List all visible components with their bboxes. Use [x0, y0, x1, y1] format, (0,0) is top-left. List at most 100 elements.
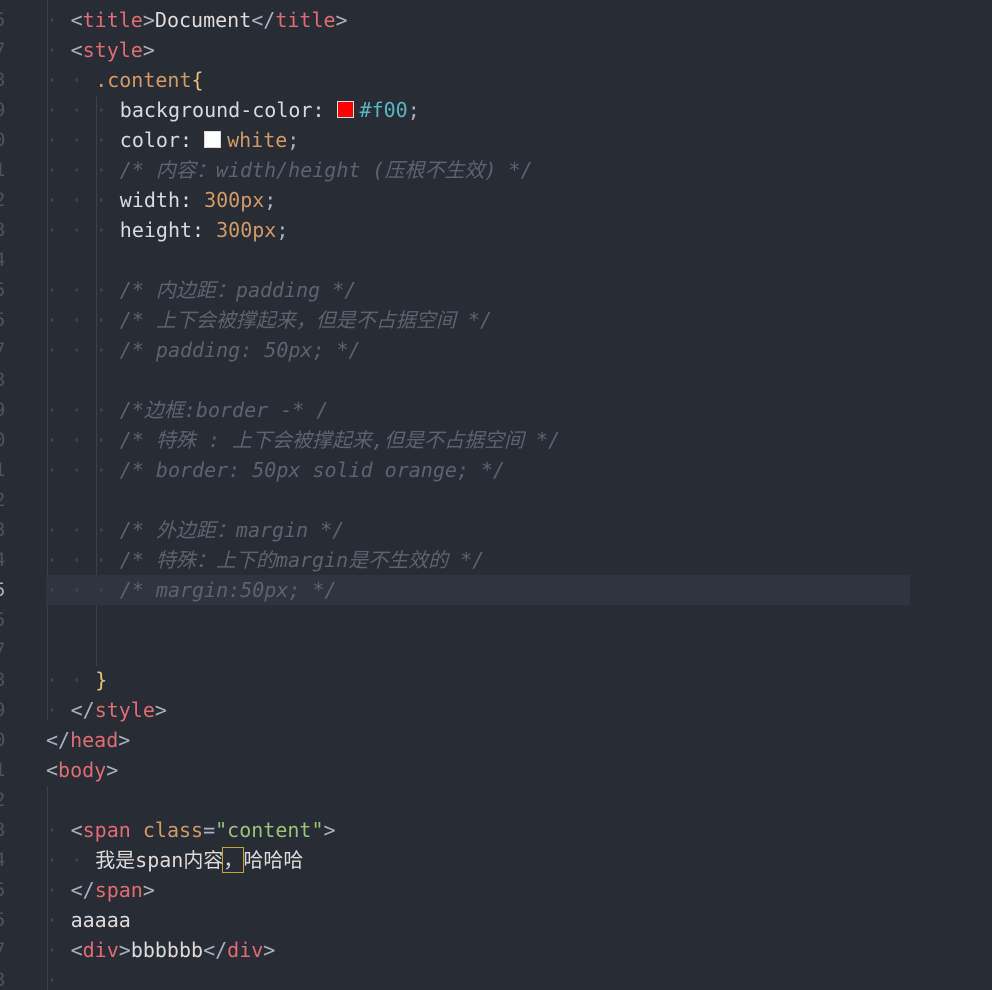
css-property: height: — [119, 218, 217, 242]
line-number: 2 — [0, 485, 8, 515]
code-comment: /* 内边距：padding */ — [119, 278, 357, 302]
code-line[interactable]: 0 ···color: white; — [0, 125, 992, 155]
line-number: 3 — [0, 515, 8, 545]
line-number: 5 — [0, 575, 8, 605]
attr-value: "content" — [215, 818, 324, 842]
token: > — [263, 938, 276, 962]
line-number: 0 — [0, 425, 8, 455]
css-number: 300px — [204, 188, 265, 212]
token: < — [46, 758, 59, 782]
code-line[interactable]: 3 ··} — [0, 665, 992, 695]
code-line[interactable]: 5 ···/* 内边距：padding */ — [0, 275, 992, 305]
code-line[interactable]: 2 — [0, 785, 992, 815]
code-line[interactable]: 1 ···/* border: 50px solid orange; */ — [0, 455, 992, 485]
text-content: 哈哈哈 — [243, 848, 304, 872]
code-line[interactable]: 5 — [0, 605, 992, 635]
line-number: 3 — [0, 365, 8, 395]
code-line[interactable]: 5 ·aaaaa — [0, 905, 992, 935]
line-number: 7 — [0, 35, 8, 65]
code-line[interactable]: 0 ···/* 特殊 : 上下会被撑起来,但是不占据空间 */ — [0, 425, 992, 455]
code-line[interactable]: 9 ·</style> — [0, 695, 992, 725]
code-line[interactable]: 1 ···/* 内容：width/height (压根不生效) */ — [0, 155, 992, 185]
code-line[interactable]: 5 ···/* 上下会被撑起来，但是不占据空间 */ — [0, 305, 992, 335]
css-keyword-value: white — [227, 128, 288, 152]
token: > — [142, 8, 155, 32]
token: </ — [70, 698, 95, 722]
code-line[interactable]: 7 ···/* padding: 50px; */ — [0, 335, 992, 365]
tag-name: title — [82, 8, 143, 32]
color-swatch-red[interactable] — [336, 101, 354, 118]
token: > — [142, 878, 155, 902]
code-line[interactable]: 0 </head> — [0, 725, 992, 755]
code-line[interactable]: 7 ·<style> — [0, 35, 992, 65]
token: </ — [46, 728, 71, 752]
code-line[interactable]: 3 ·<span class="content"> — [0, 815, 992, 845]
token: < — [70, 38, 83, 62]
code-comment: /* 外边距：margin */ — [119, 518, 345, 542]
code-comment: /* 上下会被撑起来，但是不占据空间 */ — [119, 308, 493, 332]
code-line[interactable]: 4 ··我是span内容，哈哈哈 — [0, 845, 992, 875]
css-number: 300px — [216, 218, 277, 242]
code-comment: /* margin:50px; */ — [119, 578, 337, 602]
tag-name: title — [275, 8, 336, 32]
token: < — [70, 818, 83, 842]
line-number: 1 — [0, 455, 8, 485]
code-line[interactable]: 9 ···background-color: #f00; — [0, 95, 992, 125]
code-line[interactable]: 3 — [0, 365, 992, 395]
line-number: 2 — [0, 185, 8, 215]
code-line[interactable]: 2 — [0, 485, 992, 515]
css-selector: .content — [95, 68, 192, 92]
line-number: 0 — [0, 725, 8, 755]
code-line-active[interactable]: 5 ···/* margin:50px; */ — [0, 575, 992, 605]
text-content: 我是span内容 — [95, 848, 224, 872]
code-line[interactable]: 7 — [0, 635, 992, 665]
code-line[interactable]: 1 <body> — [0, 755, 992, 785]
token: < — [70, 8, 83, 32]
line-number: 3 — [0, 965, 8, 990]
color-swatch-white[interactable] — [204, 131, 222, 148]
line-number: 5 — [0, 905, 8, 935]
css-hex-value: #f00 — [359, 98, 408, 122]
brace: { — [191, 68, 204, 92]
tag-name: head — [70, 728, 119, 752]
code-line[interactable]: 7 ·<div>bbbbbb</div> — [0, 935, 992, 965]
token: </ — [70, 878, 95, 902]
line-number: 5 — [0, 5, 8, 35]
token: > — [118, 728, 131, 752]
tag-name: style — [82, 38, 143, 62]
line-number: 4 — [0, 545, 8, 575]
code-line[interactable]: 4 — [0, 245, 992, 275]
tag-name: span — [94, 878, 143, 902]
code-line[interactable]: 4 ···/* 特殊：上下的margin是不生效的 */ — [0, 545, 992, 575]
code-line[interactable]: 9 ···/*边框:border -* / — [0, 395, 992, 425]
tag-name: style — [94, 698, 155, 722]
line-number: 3 — [0, 665, 8, 695]
text-content: aaaaa — [70, 908, 131, 932]
code-comment: /* padding: 50px; */ — [119, 338, 361, 362]
bracket-match-highlight: ， — [222, 847, 245, 873]
code-line[interactable]: 2 ···width: 300px; — [0, 185, 992, 215]
line-number: 4 — [0, 245, 8, 275]
line-number: 4 — [0, 845, 8, 875]
line-number: 9 — [0, 695, 8, 725]
token: = — [203, 818, 216, 842]
line-number: 3 — [0, 65, 8, 95]
tag-name: body — [58, 758, 107, 782]
line-number: 1 — [0, 755, 8, 785]
css-property: color: — [119, 128, 205, 152]
code-line[interactable]: 3 ··.content{ — [0, 65, 992, 95]
line-number: 5 — [0, 875, 8, 905]
line-number: 5 — [0, 275, 8, 305]
code-line[interactable]: 3 · — [0, 965, 992, 990]
token: > — [106, 758, 119, 782]
code-comment: /* 特殊：上下的margin是不生效的 */ — [119, 548, 485, 572]
line-number: 3 — [0, 815, 8, 845]
code-line[interactable]: 3 ···height: 300px; — [0, 215, 992, 245]
css-property: width: — [119, 188, 205, 212]
code-line[interactable]: 5 ·</span> — [0, 875, 992, 905]
line-number: 7 — [0, 335, 8, 365]
code-line[interactable]: 5 ·<title>Document</title> — [0, 5, 992, 35]
code-line[interactable]: 3 ···/* 外边距：margin */ — [0, 515, 992, 545]
code-editor[interactable]: 5 ·<title>Document</title> 7 ·<style> 3 … — [0, 0, 992, 990]
css-property: background-color: — [119, 98, 337, 122]
